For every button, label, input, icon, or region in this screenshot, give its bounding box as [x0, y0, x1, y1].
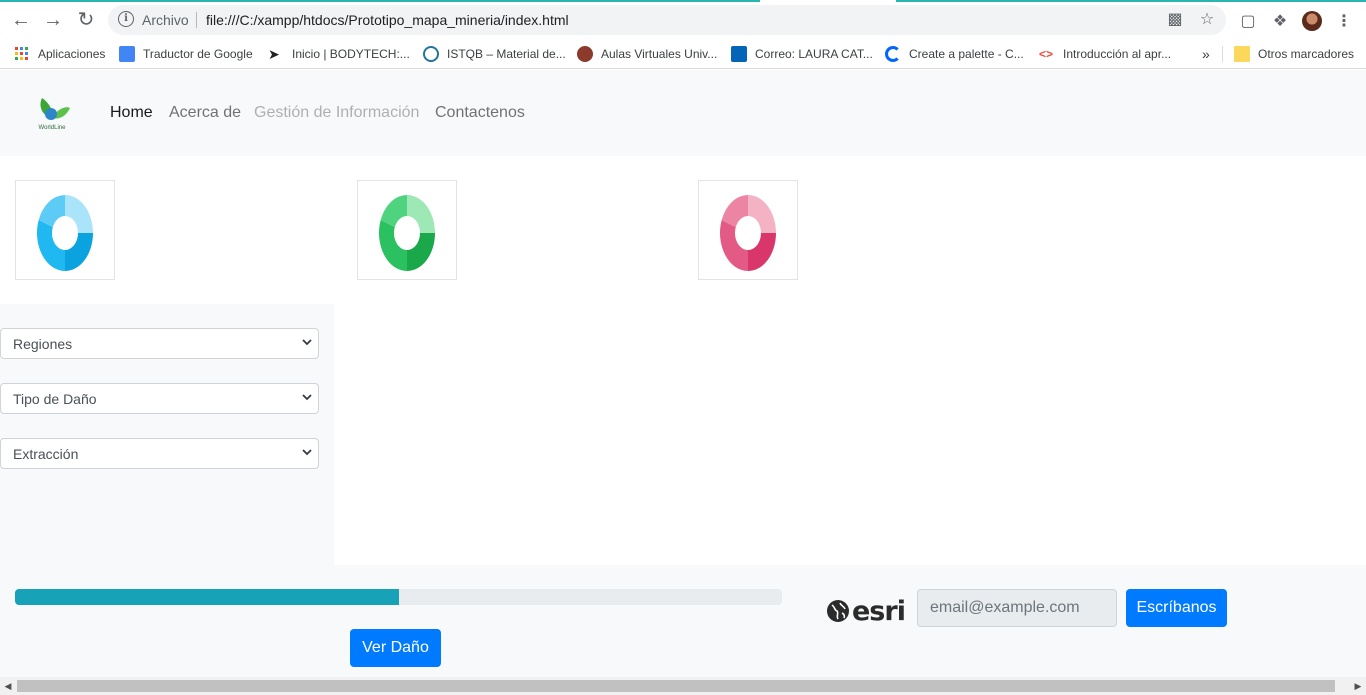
select-value: Regiones — [13, 336, 73, 352]
bookmark-label: Introducción al apr... — [1063, 47, 1172, 61]
scrollbar-thumb[interactable] — [17, 680, 1335, 692]
omnibox-divider — [196, 12, 197, 28]
nav-contactenos[interactable]: Contactenos — [435, 104, 525, 122]
bookmark-istqb[interactable]: ISTQB – Material de... — [423, 45, 566, 63]
scroll-left-icon[interactable]: ◀ — [3, 680, 13, 692]
coolors-icon — [885, 46, 901, 62]
bookmark-label: Create a palette - C... — [909, 47, 1024, 61]
donut-segment — [65, 233, 93, 271]
browser-toolbar: ← → ↻ i Archivo file:///C:/xampp/htdocs/… — [0, 3, 1366, 37]
blue-donut-chart-image — [37, 195, 93, 271]
pink-donut-chart-image — [720, 195, 776, 271]
donut-segment — [65, 195, 93, 233]
url-text[interactable]: file:///C:/xampp/htdocs/Prototipo_mapa_m… — [206, 12, 569, 28]
bookmarks-bar: Aplicaciones Traductor de Google ➤ Inici… — [0, 37, 1366, 69]
bodytech-icon: ➤ — [268, 46, 280, 62]
donut-segment — [748, 233, 776, 271]
bookmark-label: Aplicaciones — [38, 47, 106, 61]
email-input[interactable]: email@example.com — [917, 589, 1117, 627]
select-value: Extracción — [13, 446, 79, 462]
reload-icon[interactable]: ↻ — [73, 7, 99, 33]
thumbnail-card[interactable] — [698, 180, 798, 280]
nav-home[interactable]: Home — [110, 104, 153, 122]
google-translate-icon — [119, 46, 135, 62]
other-bookmarks[interactable]: Otros marcadores — [1234, 45, 1354, 63]
bookmark-aplicaciones[interactable]: Aplicaciones — [14, 45, 105, 63]
bookmark-introduccion[interactable]: <> Introducción al apr... — [1039, 45, 1171, 63]
bookmark-correo[interactable]: Correo: LAURA CAT... — [731, 45, 873, 63]
esri-wordmark: esri — [852, 595, 906, 627]
more-menu-icon[interactable]: ⋮ — [1334, 12, 1354, 32]
info-icon[interactable]: i — [118, 11, 134, 27]
bookmark-label: Aulas Virtuales Univ... — [601, 47, 718, 61]
extension-icon[interactable]: ▢ — [1238, 12, 1258, 32]
progress-fill — [15, 589, 399, 605]
regiones-select[interactable]: Regiones — [0, 328, 319, 359]
ver-dano-button[interactable]: Ver Daño — [350, 629, 441, 667]
green-donut-chart-image — [379, 195, 435, 271]
puzzle-extensions-icon[interactable]: ❖ — [1270, 12, 1290, 32]
forward-arrow-icon[interactable]: → — [40, 7, 66, 33]
scroll-right-icon[interactable]: ▶ — [1353, 680, 1363, 692]
bookmark-aulas[interactable]: Aulas Virtuales Univ... — [577, 45, 717, 63]
extraccion-select[interactable]: Extracción — [0, 438, 319, 469]
horizontal-scrollbar[interactable]: ◀ ▶ — [0, 677, 1366, 695]
thumbnail-card[interactable] — [15, 180, 115, 280]
bookmark-label: Inicio | BODYTECH:... — [292, 47, 410, 61]
worldline-logo[interactable]: WorldLine — [32, 92, 72, 132]
bookmark-label: ISTQB – Material de... — [447, 47, 566, 61]
scheme-label: Archivo — [142, 12, 189, 28]
outlook-icon — [731, 46, 747, 62]
bookmarks-overflow-button[interactable]: » — [1202, 45, 1210, 63]
donut-segment — [407, 233, 435, 271]
progress-bar — [15, 589, 782, 605]
bookmarks-divider — [1222, 46, 1223, 62]
folder-icon — [1234, 46, 1250, 62]
thumbnail-card[interactable] — [357, 180, 457, 280]
donut-segment — [37, 220, 65, 271]
university-icon — [577, 46, 593, 62]
bookmark-traductor[interactable]: Traductor de Google — [119, 45, 253, 63]
back-arrow-icon[interactable]: ← — [8, 7, 34, 33]
wordpress-icon — [423, 46, 439, 62]
bookmark-label: Otros marcadores — [1258, 47, 1355, 61]
donut-segment — [407, 195, 435, 233]
logo-text: WorldLine — [39, 125, 67, 131]
chevron-down-icon — [302, 449, 312, 456]
donut-segment — [748, 195, 776, 233]
bookmark-bodytech[interactable]: ➤ Inicio | BODYTECH:... — [268, 45, 410, 63]
address-bar[interactable]: i Archivo file:///C:/xampp/htdocs/Protot… — [108, 5, 1226, 35]
bookmark-label: Correo: LAURA CAT... — [755, 47, 873, 61]
bookmark-coolors[interactable]: Create a palette - C... — [885, 45, 1024, 63]
donut-segment — [379, 220, 407, 271]
filter-sidebar: Regiones Tipo de Daño Extracción — [0, 304, 334, 565]
code-icon: <> — [1039, 47, 1054, 61]
donut-segment — [720, 220, 748, 271]
bookmark-label: Traductor de Google — [143, 47, 253, 61]
site-navbar: WorldLine Home Acerca de Gestión de Info… — [0, 70, 1366, 156]
tipo-dano-select[interactable]: Tipo de Daño — [0, 383, 319, 414]
chevron-down-icon — [302, 394, 312, 401]
apps-grid-icon — [15, 47, 28, 60]
globe-icon — [827, 600, 849, 622]
profile-avatar[interactable] — [1302, 11, 1322, 31]
bookmark-star-icon[interactable]: ☆ — [1198, 11, 1216, 29]
nav-gestion-informacion: Gestión de Información — [254, 104, 420, 121]
escribanos-button[interactable]: Escríbanos — [1126, 589, 1227, 627]
esri-logo: esri — [826, 595, 906, 627]
select-value: Tipo de Daño — [13, 391, 97, 407]
chevron-down-icon — [302, 339, 312, 346]
page-footer: Ver Daño esri email@example.com Escríban… — [0, 565, 1366, 677]
translate-icon[interactable]: ▩ — [1166, 11, 1184, 29]
nav-acerca-de[interactable]: Acerca de — [169, 104, 241, 122]
